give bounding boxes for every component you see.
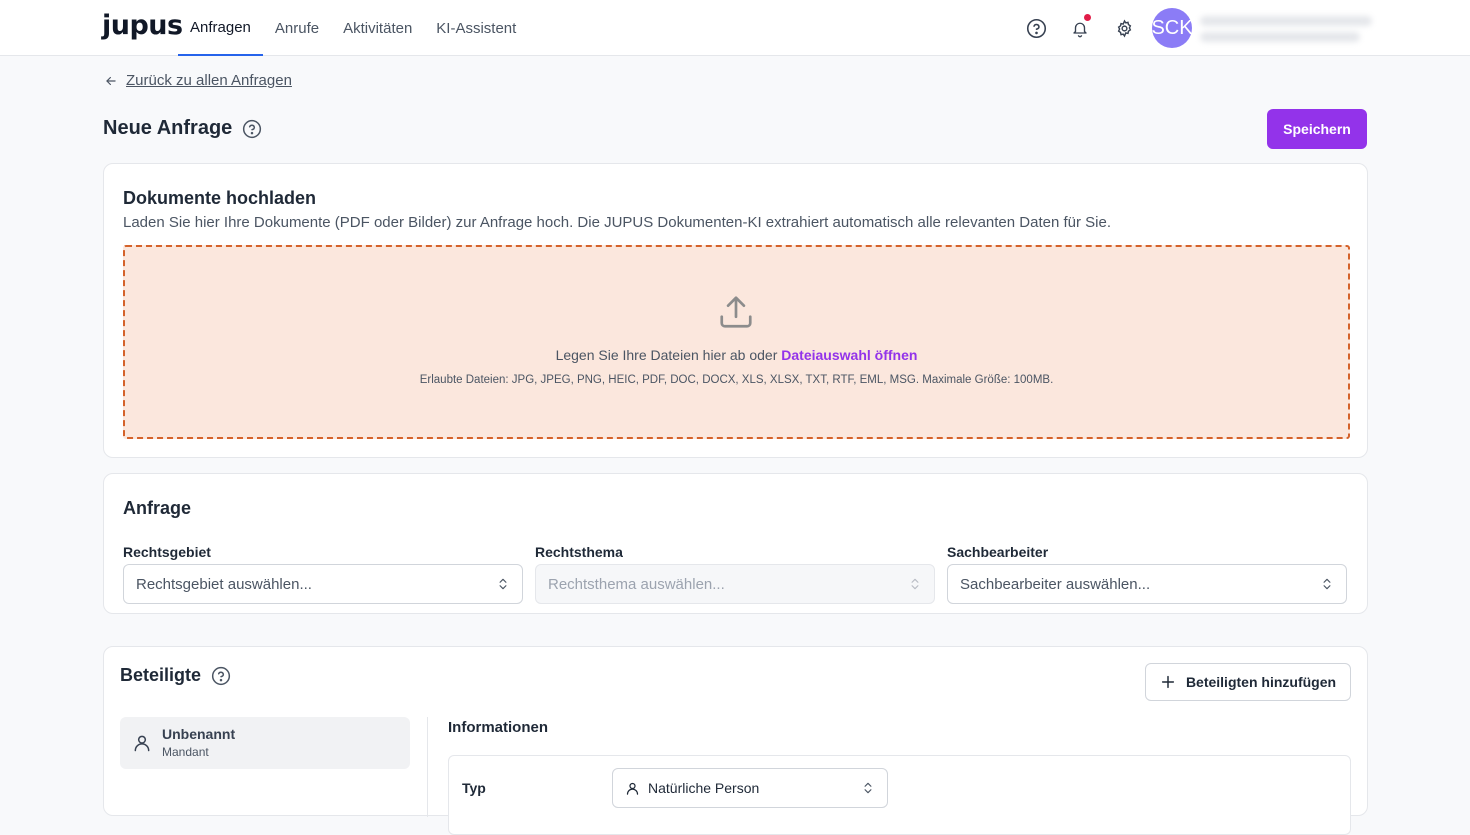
user-name-blurred: [1200, 16, 1372, 26]
rechtsthema-label: Rechtsthema: [535, 544, 623, 560]
request-title: Anfrage: [123, 498, 192, 518]
upload-icon: [720, 296, 752, 328]
parties-title: Beteiligte: [120, 665, 202, 685]
chevron-up-down-icon: [499, 578, 507, 590]
help-icon[interactable]: [211, 666, 231, 686]
page-title-text: Neue Anfrage: [103, 117, 233, 139]
upload-card: Dokumente hochladen Laden Sie hier Ihre …: [103, 163, 1368, 458]
dropzone-text: Legen Sie Ihre Dateien hier ab oder Date…: [125, 347, 1348, 363]
main-nav: Anfragen Anrufe Aktivitäten KI-Assistent: [178, 0, 528, 56]
user-email-blurred: [1200, 32, 1360, 42]
add-party-label: Beteiligten hinzufügen: [1185, 674, 1337, 690]
type-select-value: Natürliche Person: [648, 780, 760, 796]
chevron-up-down-icon: [1323, 578, 1331, 590]
file-browse-link[interactable]: Dateiauswahl öffnen: [781, 347, 917, 363]
nav-tab-ki-assistent[interactable]: KI-Assistent: [424, 0, 528, 56]
notification-bell-icon[interactable]: [1066, 14, 1094, 42]
back-link-label: Zurück zu allen Anfragen: [126, 72, 292, 89]
rechtsgebiet-select[interactable]: Rechtsgebiet auswählen...: [123, 564, 523, 604]
top-navigation: jupus Anfragen Anrufe Aktivitäten KI-Ass…: [0, 0, 1470, 56]
arrow-left-icon: [106, 76, 116, 85]
rechtsthema-select: Rechtsthema auswählen...: [535, 564, 935, 604]
rechtsgebiet-label: Rechtsgebiet: [123, 544, 211, 560]
party-list-item[interactable]: Unbenannt Mandant: [120, 717, 410, 769]
parties-header: Beteiligte: [120, 665, 231, 686]
nav-tab-anrufe[interactable]: Anrufe: [263, 0, 331, 56]
nav-tab-anfragen[interactable]: Anfragen: [178, 0, 263, 56]
help-icon[interactable]: [1022, 14, 1050, 42]
back-link[interactable]: Zurück zu allen Anfragen: [104, 72, 292, 89]
rechtsgebiet-placeholder: Rechtsgebiet auswählen...: [136, 575, 312, 593]
sachbearbeiter-placeholder: Sachbearbeiter auswählen...: [960, 575, 1151, 593]
add-party-button[interactable]: Beteiligten hinzufügen: [1145, 663, 1351, 701]
user-avatar[interactable]: SCK: [1151, 8, 1193, 48]
party-name: Unbenannt: [162, 726, 236, 742]
request-card: Anfrage Rechtsgebiet Rechtsgebiet auswäh…: [103, 473, 1368, 614]
info-panel: Typ Natürliche Person: [448, 755, 1351, 835]
allowed-files-note: Erlaubte Dateien: JPG, JPEG, PNG, HEIC, …: [419, 374, 1054, 386]
sachbearbeiter-label: Sachbearbeiter: [947, 544, 1049, 560]
upload-description: Laden Sie hier Ihre Dokumente (PDF oder …: [123, 214, 1111, 231]
app-logo[interactable]: jupus: [102, 10, 183, 41]
nav-tab-aktivitaeten[interactable]: Aktivitäten: [331, 0, 424, 56]
parties-card: Beteiligte Beteiligten hinzufügen Unbena…: [103, 646, 1368, 835]
save-button[interactable]: Speichern: [1267, 109, 1367, 149]
type-label: Typ: [462, 780, 486, 796]
file-dropzone[interactable]: Legen Sie Ihre Dateien hier ab oder Date…: [123, 245, 1350, 439]
upload-title: Dokumente hochladen: [123, 188, 317, 208]
rechtsthema-placeholder: Rechtsthema auswählen...: [548, 575, 725, 593]
vertical-divider: [427, 717, 428, 817]
type-select[interactable]: Natürliche Person: [612, 768, 888, 808]
dropzone-instruction: Legen Sie Ihre Dateien hier ab oder: [555, 347, 778, 363]
person-icon: [134, 735, 150, 752]
chevron-up-down-icon: [911, 578, 919, 590]
info-title: Informationen: [448, 719, 548, 736]
person-icon: [626, 782, 639, 795]
notification-badge: [1084, 14, 1091, 21]
help-icon[interactable]: [242, 119, 262, 139]
party-role: Mandant: [162, 745, 209, 759]
page-title: Neue Anfrage: [103, 117, 262, 140]
settings-gear-icon[interactable]: [1110, 14, 1138, 42]
plus-icon: [1161, 675, 1175, 689]
sachbearbeiter-select[interactable]: Sachbearbeiter auswählen...: [947, 564, 1347, 604]
chevron-up-down-icon: [864, 782, 872, 794]
